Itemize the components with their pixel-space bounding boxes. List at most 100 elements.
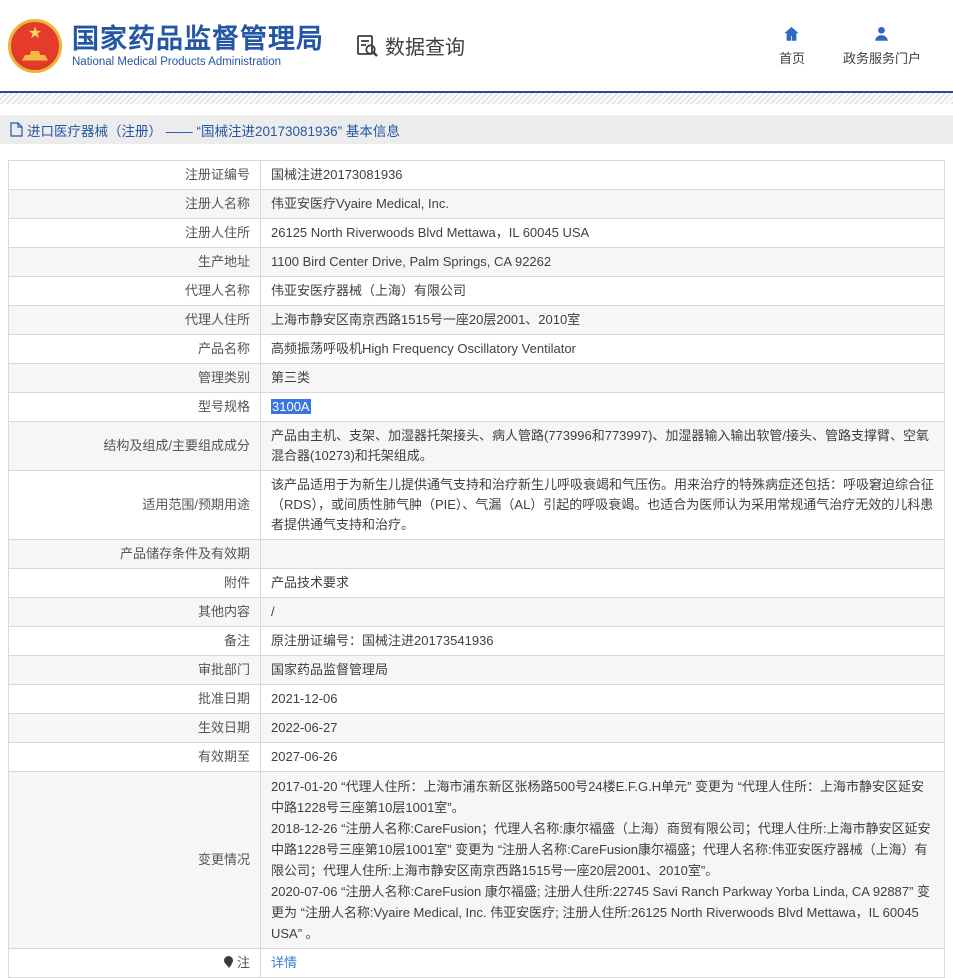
row-value-text: 2027-06-26 [271,749,338,764]
row-value: 2017-01-20 “代理人住所：上海市浦东新区张杨路500号24楼E.F.G… [261,772,945,949]
row-label: 管理类别 [9,364,261,393]
selected-text[interactable]: 3100A [271,399,311,414]
row-value: 2027-06-26 [261,743,945,772]
detail-link[interactable]: 详情 [271,955,297,970]
row-value: 1100 Bird Center Drive, Palm Springs, CA… [261,248,945,277]
row-label: 备注 [9,627,261,656]
row-label: 型号规格 [9,393,261,422]
row-value: 原注册证编号：国械注进20173541936 [261,627,945,656]
row-label-text: 注册人名称 [185,196,250,211]
table-row: 生产地址 1100 Bird Center Drive, Palm Springs… [9,248,945,277]
row-value-text: 第三类 [271,370,310,385]
row-label: 生产地址 [9,248,261,277]
table-row: 备注 原注册证编号：国械注进20173541936 [9,627,945,656]
row-value: 第三类 [261,364,945,393]
row-value-text: 该产品适用于为新生儿提供通气支持和治疗新生儿呼吸衰竭和气压伤。用来治疗的特殊病症… [271,477,934,532]
table-row: 管理类别 第三类 [9,364,945,393]
row-label: 审批部门 [9,656,261,685]
nav-home-label: 首页 [779,48,805,67]
data-query-label: 数据查询 [385,31,465,60]
row-value: 伟亚安医疗器械（上海）有限公司 [261,277,945,306]
row-value-text: 产品技术要求 [271,575,349,590]
nav-home[interactable]: 首页 [779,25,805,67]
row-label: 注 [9,949,261,978]
table-row: 型号规格 3100A [9,393,945,422]
row-value-text: 1100 Bird Center Drive, Palm Springs, CA… [271,254,551,269]
row-value: 2021-12-06 [261,685,945,714]
row-value-text: 2022-06-27 [271,720,338,735]
registration-info-table: 注册证编号国械注进20173081936注册人名称伟亚安医疗Vyaire Med… [8,160,945,978]
row-label-text: 注 [237,955,250,970]
row-value-text: 产品由主机、支架、加湿器托架接头、病人管路(773996和773997)、加湿器… [271,428,929,463]
row-label-text: 批准日期 [198,691,250,706]
data-query-title: 数据查询 [354,31,465,60]
row-label: 注册人名称 [9,190,261,219]
row-label-text: 适用范围/预期用途 [142,497,250,512]
row-value-text: 2021-12-06 [271,691,338,706]
nav-portal[interactable]: 政务服务门户 [843,25,921,67]
table-row: 结构及组成/主要组成成分产品由主机、支架、加湿器托架接头、病人管路(773996… [9,422,945,471]
hatch-strip [0,93,953,104]
row-label: 产品储存条件及有效期 [9,540,261,569]
table-row: 产品名称 高频振荡呼吸机High Frequency Oscillatory Ve… [9,335,945,364]
document-search-icon [354,33,380,59]
row-label-text: 生效日期 [198,720,250,735]
emblem-star-icon: ★ [28,26,42,42]
table-row: 适用范围/预期用途 该产品适用于为新生儿提供通气支持和治疗新生儿呼吸衰竭和气压伤。… [9,471,945,540]
row-value-text: 上海市静安区南京西路1515号一座20层2001、2010室 [271,312,580,327]
change-record: 2017-01-20 “代理人住所：上海市浦东新区张杨路500号24楼E.F.G… [271,776,934,818]
registration-info-table-wrap: 注册证编号国械注进20173081936注册人名称伟亚安医疗Vyaire Med… [0,152,953,978]
row-label-text: 生产地址 [198,254,250,269]
org-name-zh: 国家药品监督管理局 [72,24,324,54]
table-row: 代理人住所 上海市静安区南京西路1515号一座20层2001、2010室 [9,306,945,335]
row-label: 注册人住所 [9,219,261,248]
row-label-text: 型号规格 [198,399,250,414]
row-label: 附件 [9,569,261,598]
row-label: 代理人名称 [9,277,261,306]
row-value: 国家药品监督管理局 [261,656,945,685]
org-name-en: National Medical Products Administration [72,56,324,68]
row-value: 产品由主机、支架、加湿器托架接头、病人管路(773996和773997)、加湿器… [261,422,945,471]
row-value-text: 原注册证编号：国械注进20173541936 [271,633,494,648]
row-value: 2022-06-27 [261,714,945,743]
row-label-text: 产品名称 [198,341,250,356]
nav-portal-label: 政务服务门户 [843,48,921,67]
row-value: 详情 [261,949,945,978]
row-value: 3100A [261,393,945,422]
row-value: 高频振荡呼吸机High Frequency Oscillatory Ventil… [261,335,945,364]
table-row: 有效期至 2027-06-26 [9,743,945,772]
row-value: 26125 North Riverwoods Blvd Mettawa，IL 6… [261,219,945,248]
row-label-text: 其他内容 [198,604,250,619]
row-value-text: / [271,604,275,619]
nmpa-logo-block[interactable]: ★ 国家药品监督管理局 National Medical Products Ad… [8,19,324,73]
table-row: 生效日期 2022-06-27 [9,714,945,743]
row-value: / [261,598,945,627]
row-value-text: 26125 North Riverwoods Blvd Mettawa，IL 6… [271,225,589,240]
breadcrumb: 进口医疗器械（注册） —— “国械注进20173081936” 基本信息 [0,115,953,144]
row-value-text: 高频振荡呼吸机High Frequency Oscillatory Ventil… [271,341,576,356]
row-label: 适用范围/预期用途 [9,471,261,540]
row-value: 上海市静安区南京西路1515号一座20层2001、2010室 [261,306,945,335]
row-label-text: 备注 [224,633,250,648]
table-row: 其他内容 / [9,598,945,627]
row-label-text: 有效期至 [198,749,250,764]
row-label: 有效期至 [9,743,261,772]
home-icon [782,25,801,43]
row-value: 产品技术要求 [261,569,945,598]
table-row: 注 详情 [9,949,945,978]
row-label: 产品名称 [9,335,261,364]
row-label-text: 代理人名称 [185,283,250,298]
table-row: 注册人名称伟亚安医疗Vyaire Medical, Inc. [9,190,945,219]
row-label: 批准日期 [9,685,261,714]
row-label-text: 管理类别 [198,370,250,385]
row-value: 伟亚安医疗Vyaire Medical, Inc. [261,190,945,219]
row-value-text: 国家药品监督管理局 [271,662,388,677]
row-label: 代理人住所 [9,306,261,335]
row-label-text: 变更情况 [198,852,250,867]
row-label-text: 注册证编号 [185,167,250,182]
row-label-text: 审批部门 [198,662,250,677]
row-label-text: 代理人住所 [185,312,250,327]
document-icon [10,122,23,137]
row-label: 结构及组成/主要组成成分 [9,422,261,471]
table-row: 批准日期 2021-12-06 [9,685,945,714]
